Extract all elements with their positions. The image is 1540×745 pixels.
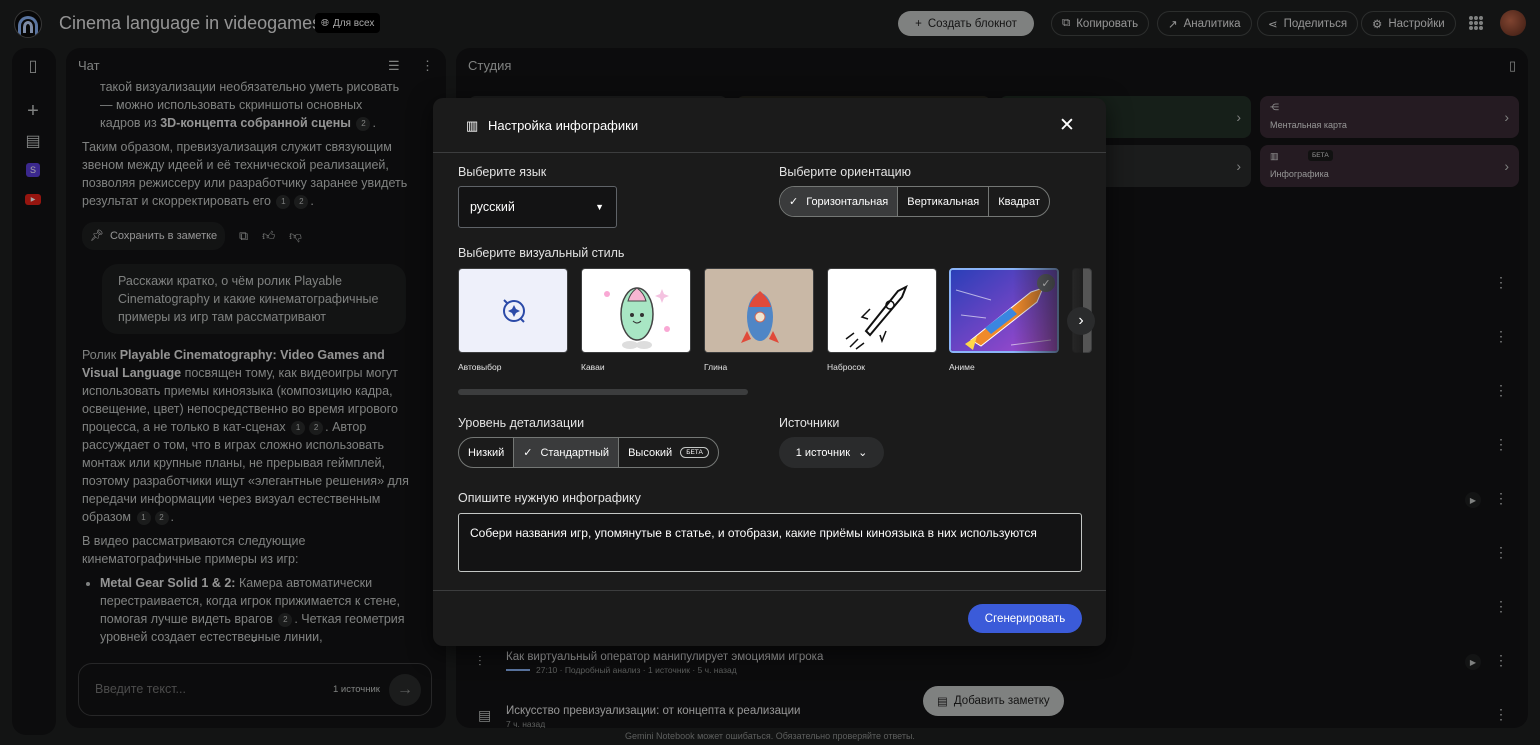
dialog-title: Настройка инфографики — [488, 118, 639, 133]
sketch-rocket-image — [845, 284, 908, 350]
detail-high[interactable]: Высокий БЕТА — [619, 438, 718, 467]
generate-button[interactable]: Сгенерировать — [968, 604, 1082, 633]
orientation-segmented: ✓ Горизонтальная Вертикальная Квадрат — [779, 186, 1050, 217]
style-card-auto[interactable] — [458, 268, 568, 353]
orientation-vertical[interactable]: Вертикальная — [898, 187, 990, 216]
style-card-kawaii[interactable] — [581, 268, 691, 353]
detail-level-segmented: Низкий ✓ Стандартный Высокий БЕТА — [458, 437, 719, 468]
detail-standard[interactable]: ✓ Стандартный — [514, 438, 620, 467]
infographic-settings-dialog: ▥ Настройка инфографики ✕ Выберите язык … — [433, 98, 1106, 646]
chevron-right-icon: › — [1078, 312, 1084, 329]
carousel-scrollbar[interactable] — [458, 389, 748, 395]
close-icon[interactable]: ✕ — [1059, 114, 1075, 137]
bar-chart-icon: ▥ — [466, 118, 479, 133]
style-name: Аниме — [949, 362, 975, 372]
divider — [433, 590, 1106, 591]
sources-label: Источники — [779, 416, 840, 430]
orientation-option-label: Вертикальная — [907, 195, 980, 208]
language-select[interactable]: русский ▼ — [458, 186, 617, 228]
detail-level-label: Уровень детализации — [458, 416, 585, 430]
style-name: Автовыбор — [458, 362, 502, 372]
detail-low[interactable]: Низкий — [459, 438, 515, 467]
orientation-square[interactable]: Квадрат — [989, 187, 1049, 216]
orientation-label: Выберите ориентацию — [779, 165, 912, 179]
describe-textarea[interactable]: Собери названия игр, упомянутые в статье… — [458, 513, 1082, 572]
describe-label: Опишите нужную инфографику — [458, 491, 641, 505]
style-name: Глина — [704, 362, 728, 372]
dropdown-arrow-icon: ▼ — [595, 202, 604, 212]
language-value: русский — [470, 200, 515, 214]
carousel-next-button[interactable]: › — [1067, 307, 1095, 335]
dialog-header: ▥ Настройка инфографики ✕ — [433, 98, 1106, 153]
sources-dropdown[interactable]: 1 источник ⌄ — [779, 437, 884, 468]
clay-rocket-image — [705, 269, 813, 352]
orientation-horizontal[interactable]: ✓ Горизонтальная — [780, 187, 899, 216]
refresh-sparkle-icon — [503, 299, 525, 323]
beta-badge: БЕТА — [680, 447, 709, 458]
style-name: Набросок — [827, 362, 865, 372]
orientation-option-label: Горизонтальная — [806, 195, 889, 208]
style-name: Каваи — [581, 362, 605, 372]
style-card-sketch[interactable] — [827, 268, 937, 353]
chevron-down-icon: ⌄ — [858, 447, 868, 459]
visual-style-label: Выберите визуальный стиль — [458, 246, 625, 260]
check-icon: ✓ — [789, 196, 799, 208]
check-icon: ✓ — [523, 447, 533, 459]
style-card-clay[interactable] — [704, 268, 814, 353]
orientation-option-label: Квадрат — [998, 195, 1040, 208]
detail-option-label: Высокий — [628, 446, 673, 459]
sources-value: 1 источник — [795, 446, 851, 459]
kawaii-rocket-image — [604, 287, 670, 349]
detail-option-label: Стандартный — [540, 446, 610, 459]
detail-option-label: Низкий — [468, 446, 505, 459]
language-label: Выберите язык — [458, 165, 547, 179]
